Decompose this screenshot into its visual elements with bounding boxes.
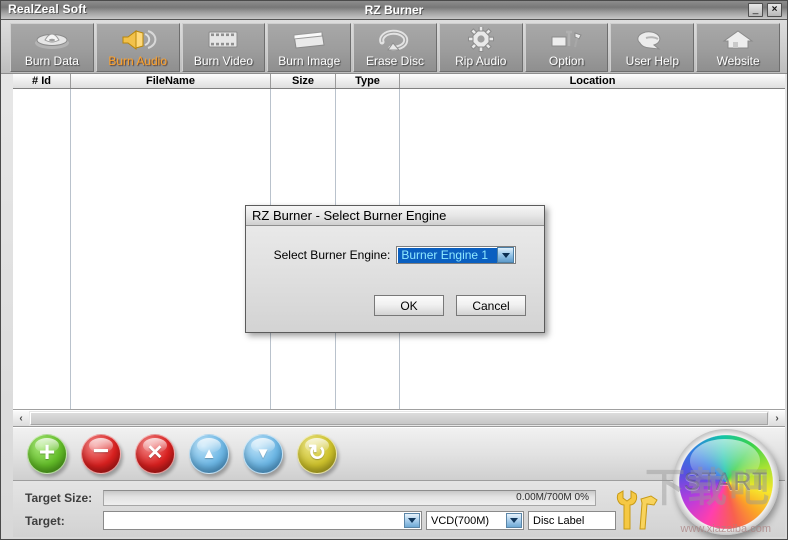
dialog-button-row: OK Cancel xyxy=(374,295,526,316)
close-button[interactable]: × xyxy=(767,3,782,17)
toolbar-button-option[interactable]: Option xyxy=(524,23,609,72)
action-button-glyph: ▼ xyxy=(255,444,271,462)
toolbar-button-label: Burn Data xyxy=(24,54,79,68)
scroll-left-arrow-icon[interactable]: ‹ xyxy=(13,411,29,426)
action-button-glyph: ✕ xyxy=(146,442,164,464)
image-icon xyxy=(268,26,350,53)
scroll-right-arrow-icon[interactable]: › xyxy=(769,411,785,426)
dialog-title: RZ Burner - Select Burner Engine xyxy=(252,208,447,223)
toolbar-button-burn-data[interactable]: Burn Data xyxy=(10,23,94,72)
toolbar-button-label: Rip Audio xyxy=(455,54,507,68)
wrench-hammer-icon[interactable] xyxy=(611,485,667,535)
cancel-button[interactable]: Cancel xyxy=(456,295,526,316)
gear-icon xyxy=(440,26,522,53)
action-button-glyph: ▲ xyxy=(201,444,217,462)
file-list-header: # Id FileName Size Type Location xyxy=(13,74,785,89)
select-burner-engine-dialog: RZ Burner - Select Burner Engine Select … xyxy=(245,205,545,333)
chevron-down-icon[interactable] xyxy=(404,513,420,528)
chevron-down-icon[interactable] xyxy=(497,247,515,263)
toolbar-button-burn-video[interactable]: Burn Video xyxy=(181,23,266,72)
column-header-location[interactable]: Location xyxy=(400,74,785,88)
toolbar-button-label: Burn Image xyxy=(278,54,341,68)
start-button[interactable]: START xyxy=(673,429,779,535)
action-button-glyph: ↻ xyxy=(307,440,327,465)
move-up-button[interactable]: ▲ xyxy=(189,434,229,474)
ok-button[interactable]: OK xyxy=(374,295,444,316)
move-down-button[interactable]: ▼ xyxy=(243,434,283,474)
burner-engine-select[interactable]: Burner Engine 1 xyxy=(396,246,517,264)
window-title: RZ Burner xyxy=(364,3,424,17)
brand-label: RealZeal Soft xyxy=(8,2,87,16)
toolbar-button-label: Erase Disc xyxy=(366,54,425,68)
toolbar-button-website[interactable]: Website xyxy=(696,23,781,72)
target-size-row: Target Size: 0.00M/700M 0% xyxy=(13,486,785,509)
speaker-icon xyxy=(97,26,179,53)
add-file-button[interactable]: + xyxy=(27,434,67,474)
disc-type-value: VCD(700M) xyxy=(431,514,490,527)
column-header-id[interactable]: # Id xyxy=(13,74,71,88)
engine-field-label: Select Burner Engine: xyxy=(273,248,391,262)
toolbar-button-burn-image[interactable]: Burn Image xyxy=(267,23,352,72)
disc-label-input[interactable]: Disc Label xyxy=(528,511,616,530)
start-button-label: START xyxy=(683,467,769,496)
toolbar-button-label: User Help xyxy=(625,54,680,68)
help-icon xyxy=(611,26,693,53)
target-label: Target: xyxy=(25,513,65,528)
scrollbar-thumb[interactable] xyxy=(30,412,768,425)
action-button-glyph: − xyxy=(92,435,110,466)
toolbar-button-burn-audio[interactable]: Burn Audio xyxy=(95,23,180,72)
column-divider xyxy=(70,89,71,409)
column-header-filename[interactable]: FileName xyxy=(71,74,271,88)
toolbar-button-label: Burn Audio xyxy=(108,54,168,68)
clear-all-button[interactable]: ✕ xyxy=(135,434,175,474)
horizontal-scrollbar[interactable]: ‹ › xyxy=(13,410,785,427)
target-row: Target: VCD(700M) Disc Label xyxy=(13,509,785,532)
column-header-size[interactable]: Size xyxy=(271,74,336,88)
refresh-button[interactable]: ↻ xyxy=(297,434,337,474)
target-size-value: 0.00M/700M 0% xyxy=(516,492,589,503)
column-header-type[interactable]: Type xyxy=(336,74,400,88)
disc-type-combo[interactable]: VCD(700M) xyxy=(426,511,524,530)
chevron-down-icon[interactable] xyxy=(506,513,522,528)
bottom-panel: Target Size: 0.00M/700M 0% Target: VCD(7… xyxy=(13,429,785,537)
target-combo[interactable] xyxy=(103,511,422,530)
toolbar-button-label: Option xyxy=(548,54,585,68)
filmstrip-icon xyxy=(183,26,265,53)
toolbar-button-user-help[interactable]: User Help xyxy=(610,23,695,72)
action-button-row: + − ✕ ▲ ▼ ↻ xyxy=(13,427,785,481)
burner-engine-value: Burner Engine 1 xyxy=(398,247,498,263)
minimize-button[interactable]: _ xyxy=(748,3,763,17)
target-size-progress: 0.00M/700M 0% xyxy=(103,489,596,506)
dialog-title-bar: RZ Burner - Select Burner Engine xyxy=(246,206,544,226)
engine-field-row: Select Burner Engine: Burner Engine 1 xyxy=(246,246,544,264)
remove-file-button[interactable]: − xyxy=(81,434,121,474)
tools-icon xyxy=(526,26,608,53)
erase-icon xyxy=(354,26,436,53)
target-size-label: Target Size: xyxy=(25,490,93,505)
main-toolbar: Burn Data Burn Audio Burn Video Burn Image E… xyxy=(1,20,787,74)
toolbar-button-rip-audio[interactable]: Rip Audio xyxy=(438,23,523,72)
disc-icon xyxy=(11,26,93,53)
app-window: RealZeal Soft RZ Burner _ × Burn Data Bur… xyxy=(0,0,788,540)
toolbar-button-erase-disc[interactable]: Erase Disc xyxy=(353,23,437,72)
title-bar: RealZeal Soft RZ Burner _ × xyxy=(1,1,787,20)
home-icon xyxy=(697,26,779,53)
toolbar-button-label: Burn Video xyxy=(193,54,254,68)
toolbar-button-label: Website xyxy=(716,54,760,68)
action-button-glyph: + xyxy=(38,436,56,467)
dialog-body: Select Burner Engine: Burner Engine 1 OK… xyxy=(246,226,544,332)
